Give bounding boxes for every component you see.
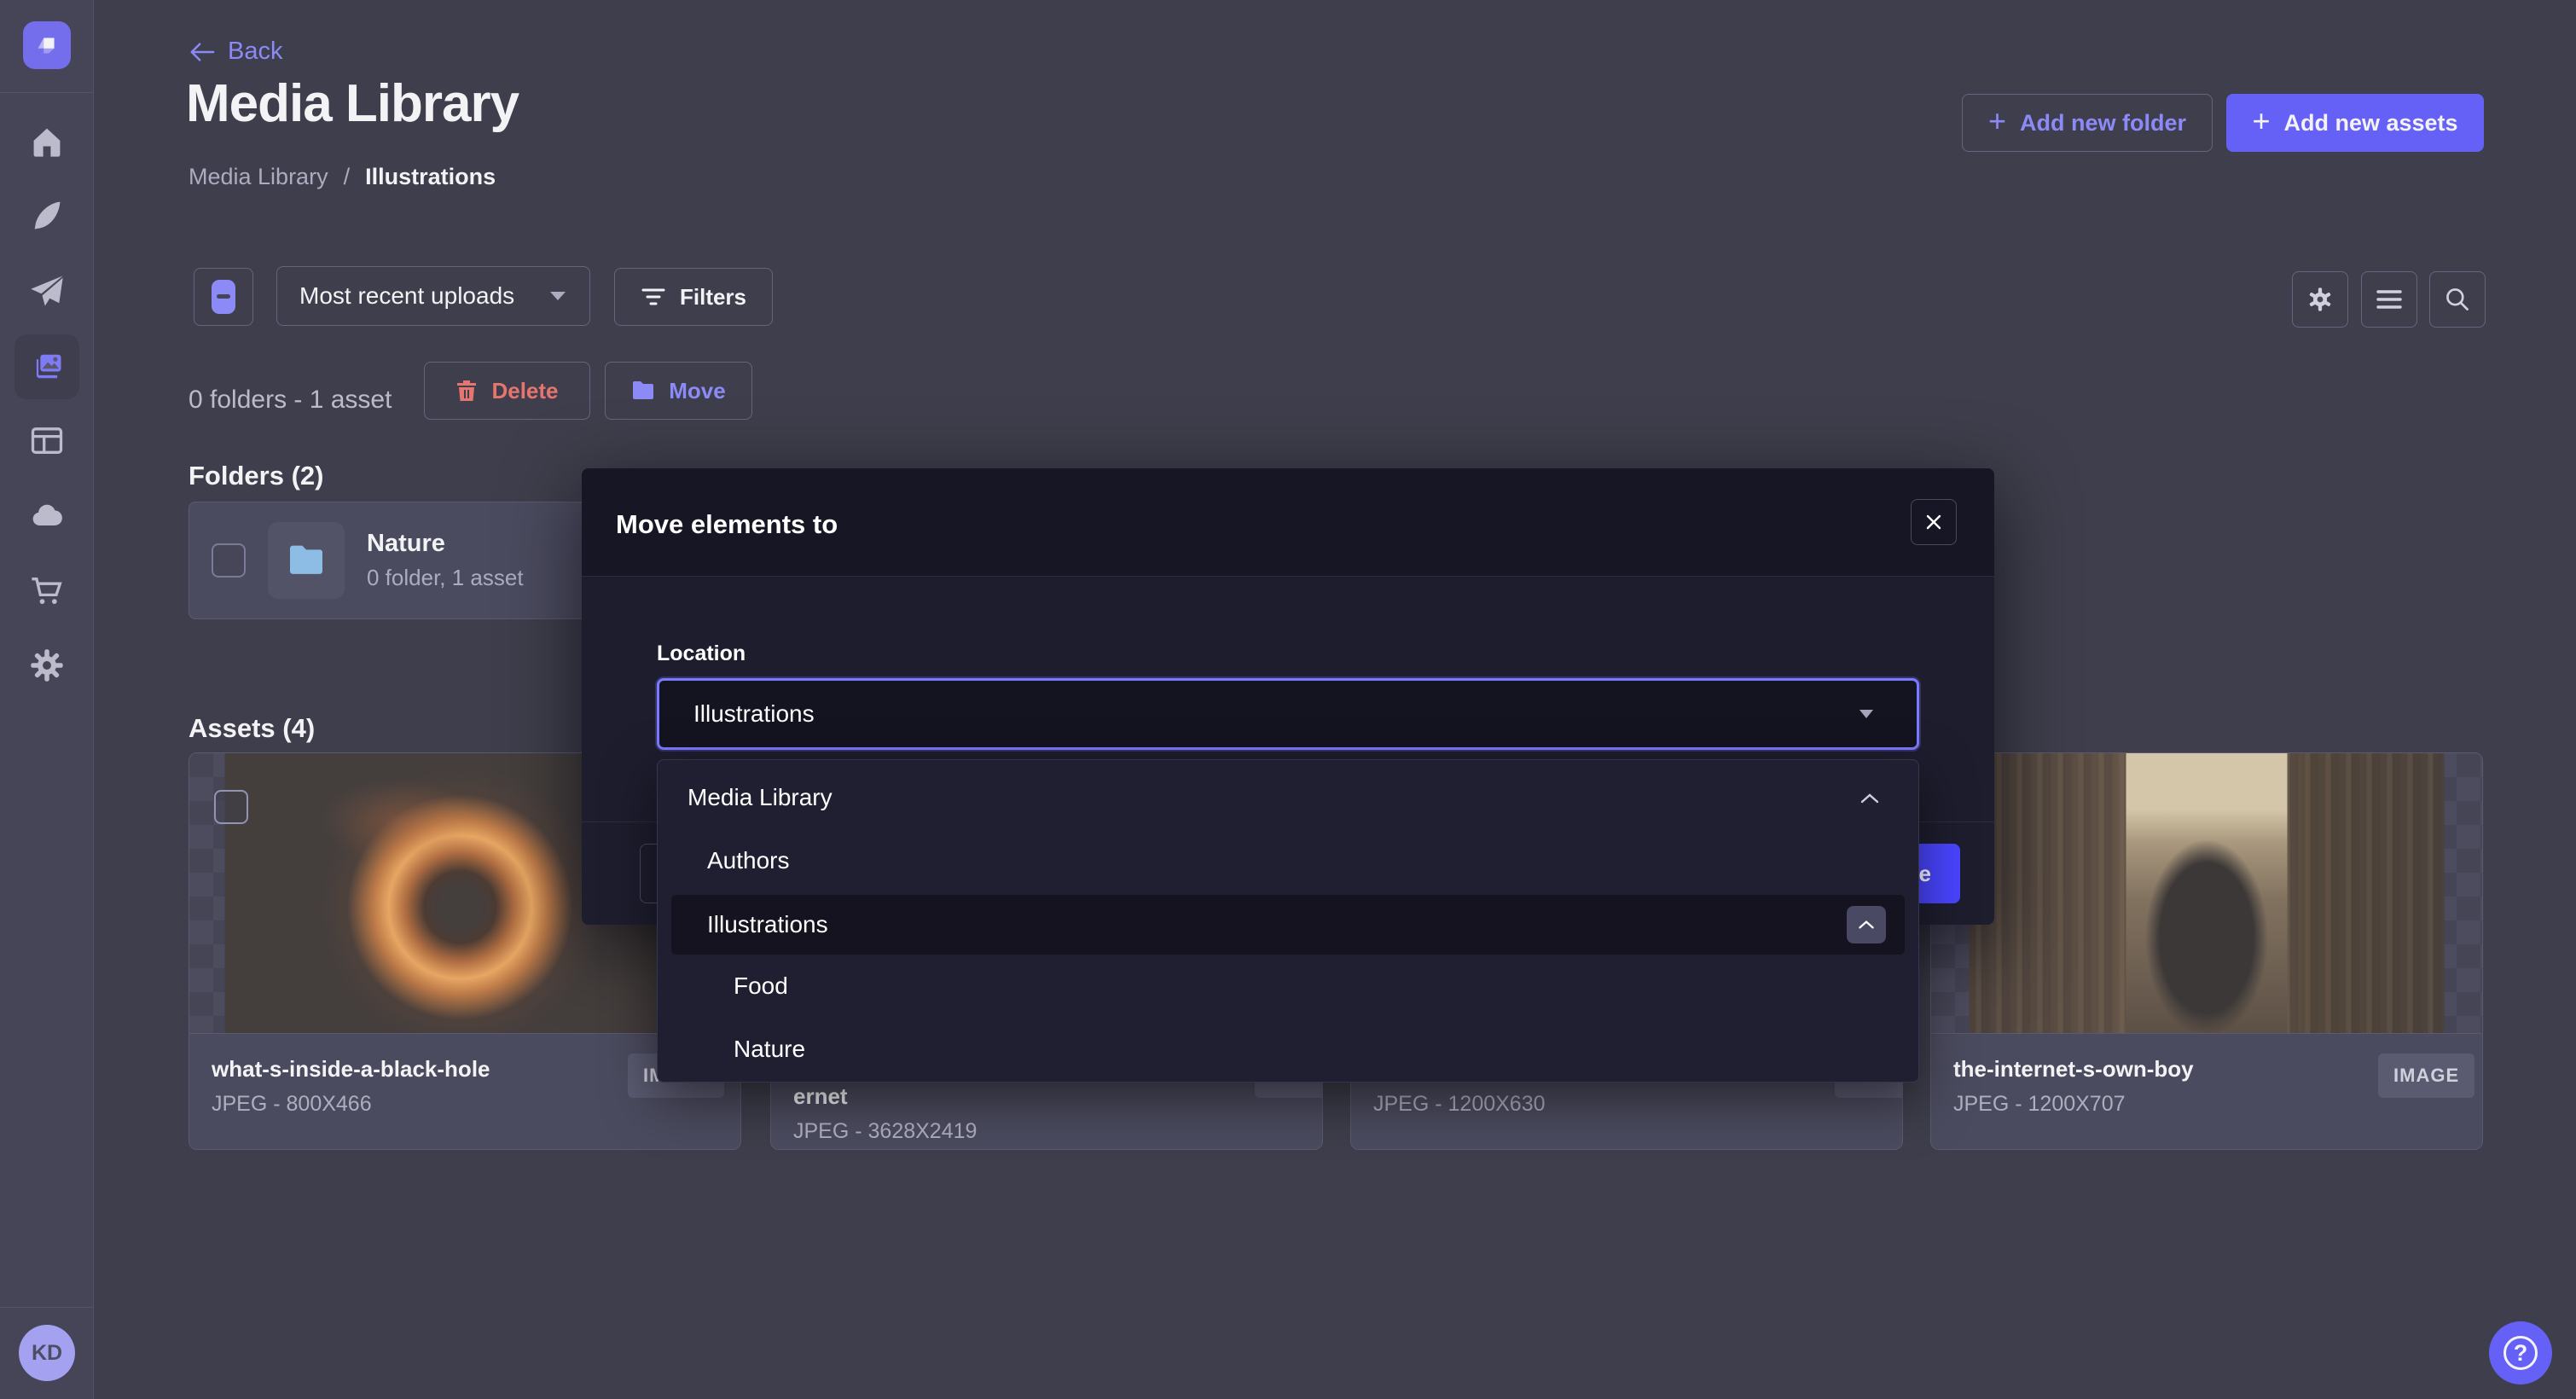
sidebar: KD <box>0 0 94 1399</box>
list-icon <box>2376 288 2403 311</box>
sidebar-item-content-feather-icon[interactable] <box>0 183 94 247</box>
move-button[interactable]: Move <box>605 362 752 420</box>
assets-heading: Assets (4) <box>189 713 315 744</box>
breadcrumb-parent[interactable]: Media Library <box>189 164 328 190</box>
add-assets-label: Add new assets <box>2283 110 2457 136</box>
folder-title: Nature <box>367 530 524 558</box>
caret-down-icon <box>548 290 567 302</box>
asset-title: the-internet-s-own-boy <box>1953 1056 2194 1083</box>
sidebar-item-cloud-icon[interactable] <box>0 484 94 549</box>
sidebar-item-settings-gear-icon[interactable] <box>0 633 94 698</box>
sort-select[interactable]: Most recent uploads <box>276 266 590 326</box>
add-new-folder-button[interactable]: + Add new folder <box>1962 94 2213 152</box>
asset-thumbnail <box>1931 753 2482 1033</box>
filters-label: Filters <box>680 284 746 311</box>
back-label: Back <box>228 38 282 66</box>
asset-subtitle: JPEG - 1200X630 <box>1373 1092 1546 1117</box>
tree-item-label: Food <box>734 972 1918 1000</box>
location-value: Illustrations <box>693 700 815 728</box>
move-label: Move <box>669 378 725 404</box>
tree-item-illustrations-selected[interactable]: Illustrations <box>671 895 1905 955</box>
chevron-up-icon[interactable] <box>1859 784 1881 811</box>
question-mark-icon: ? <box>2503 1336 2538 1370</box>
collapse-chevron-up-button[interactable] <box>1847 906 1886 943</box>
asset-subtitle: JPEG - 3628X2419 <box>793 1119 977 1144</box>
list-view-button[interactable] <box>2361 271 2417 328</box>
asset-title: ernet <box>793 1083 848 1110</box>
sidebar-item-layout-icon[interactable] <box>0 408 94 473</box>
library-portrait-image <box>1970 753 2445 1033</box>
add-folder-label: Add new folder <box>2020 110 2186 136</box>
select-all-checkbox[interactable] <box>194 268 253 326</box>
filter-icon <box>641 287 666 307</box>
tree-item-label: Authors <box>707 847 1918 874</box>
sidebar-item-home[interactable] <box>0 109 94 174</box>
tree-item-authors[interactable]: Authors <box>658 828 1918 893</box>
asset-card-internet-s-own-boy[interactable]: the-internet-s-own-boy JPEG - 1200X707 I… <box>1930 752 2483 1150</box>
delete-button[interactable]: Delete <box>424 362 590 420</box>
add-new-assets-button[interactable]: + Add new assets <box>2226 94 2484 152</box>
folder-icon <box>287 544 326 577</box>
user-avatar[interactable]: KD <box>19 1325 75 1381</box>
tree-item-food[interactable]: Food <box>658 955 1918 1018</box>
back-link[interactable]: Back <box>189 38 282 66</box>
close-button[interactable] <box>1911 499 1957 545</box>
asset-subtitle: JPEG - 800X466 <box>212 1092 372 1117</box>
tree-item-label: Illustrations <box>707 911 828 938</box>
delete-label: Delete <box>491 378 558 404</box>
folder-checkbox[interactable] <box>212 543 246 578</box>
sidebar-item-media-library-images-icon[interactable] <box>15 334 79 399</box>
strapi-logo-icon[interactable] <box>23 21 71 69</box>
page-title: Media Library <box>186 73 519 134</box>
trash-icon <box>455 379 478 403</box>
sidebar-item-cart-icon[interactable] <box>0 559 94 624</box>
location-select[interactable]: Illustrations <box>657 678 1919 750</box>
folder-subtitle: 0 folder, 1 asset <box>367 565 524 591</box>
caret-down-icon <box>1859 709 1874 719</box>
sidebar-divider <box>0 92 94 93</box>
search-button[interactable] <box>2429 271 2486 328</box>
tree-item-label: Nature <box>734 1036 1918 1063</box>
modal-header: Move elements to <box>582 468 1994 577</box>
search-icon <box>2444 286 2471 313</box>
asset-subtitle: JPEG - 1200X707 <box>1953 1092 2126 1117</box>
sidebar-item-paper-plane-icon[interactable] <box>0 258 94 323</box>
breadcrumb-separator: / <box>344 164 351 190</box>
asset-title: what-s-inside-a-black-hole <box>212 1056 490 1083</box>
breadcrumb-current: Illustrations <box>365 164 496 190</box>
location-dropdown: Media Library Authors Illustrations Food… <box>657 759 1919 1083</box>
folders-heading: Folders (2) <box>189 461 323 491</box>
asset-checkbox[interactable] <box>214 790 248 824</box>
folder-icon-container <box>268 522 345 599</box>
folder-icon <box>631 380 655 401</box>
close-icon <box>1924 513 1943 531</box>
tree-item-nature[interactable]: Nature <box>658 1018 1918 1081</box>
view-settings-button[interactable] <box>2292 271 2348 328</box>
indeterminate-checkbox-icon <box>212 280 235 314</box>
back-arrow-icon <box>189 39 216 65</box>
modal-title: Move elements to <box>616 509 838 540</box>
tree-item-label: Media Library <box>688 784 1918 811</box>
asset-type-badge: IMAGE <box>2378 1054 2474 1098</box>
sort-value: Most recent uploads <box>299 282 514 310</box>
location-label: Location <box>657 641 746 666</box>
help-button[interactable]: ? <box>2489 1321 2552 1384</box>
media-library-page: KD Back Media Library Media Library / Il… <box>0 0 2576 1399</box>
tree-item-media-library[interactable]: Media Library <box>658 767 1918 828</box>
selection-count: 0 folders - 1 asset <box>189 386 392 415</box>
sidebar-bottom-divider <box>0 1307 94 1308</box>
breadcrumb: Media Library / Illustrations <box>189 164 496 190</box>
gear-icon <box>2306 285 2335 314</box>
filters-button[interactable]: Filters <box>614 268 773 326</box>
asset-card-footer: the-internet-s-own-boy JPEG - 1200X707 I… <box>1931 1033 2482 1150</box>
